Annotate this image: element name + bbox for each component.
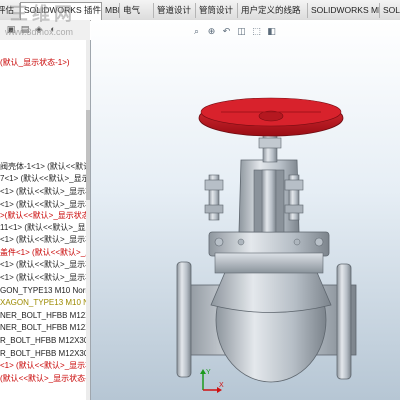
triad-y-label: Y — [206, 369, 211, 376]
config-icon[interactable]: ◈ — [34, 24, 44, 34]
part-icon[interactable]: ▣ — [6, 24, 16, 34]
left-flange[interactable] — [176, 261, 192, 378]
tree-row[interactable]: XAGON_TYPE13 M10 No — [0, 296, 90, 309]
right-flange[interactable] — [336, 263, 352, 380]
tree-scrollbar[interactable] — [86, 40, 90, 400]
tree-row[interactable]: <1> (默认<<默认>_显示状态 — [0, 185, 90, 198]
feature-icon[interactable]: ▤ — [20, 24, 30, 34]
graphics-viewport[interactable]: ⌕ ⊕ ↶ ◫ ⬚ ◧ X Y — [91, 20, 400, 400]
triad-x-label: X — [219, 382, 224, 389]
display-icon[interactable]: ◐ — [48, 24, 58, 34]
tab-tubing[interactable]: 管筒设计 — [196, 3, 238, 18]
tab-electrical[interactable]: 电气 — [120, 3, 154, 18]
tree-row[interactable]: <1> (默认<<默认>_显示状态 1 — [0, 271, 90, 284]
valve-model[interactable] — [91, 20, 400, 400]
tab-solidworks-mbd[interactable]: SOLIDWORKS MBD — [308, 3, 380, 18]
scrollbar-thumb[interactable] — [86, 110, 90, 200]
tree-row[interactable]: (默认_显示状态-1>) — [0, 56, 70, 69]
tree-row[interactable]: <1> (默认<<默认>_显示状态 — [0, 258, 90, 271]
tree-row[interactable]: NER_BOLT_HFBB M12X3 — [0, 321, 90, 334]
tree-row[interactable]: <1> (默认<<默认>_显示状态 — [0, 359, 90, 372]
tab-solidworks-addins[interactable]: SOLIDWORKS 插件 — [20, 2, 102, 20]
tab-mbd[interactable]: MBD — [102, 3, 120, 18]
tab-user-defined-routing[interactable]: 用户定义的线路 — [238, 3, 308, 18]
tab-evaluate[interactable]: 评估 — [0, 3, 20, 18]
ribbon-tab-bar: 评估 SOLIDWORKS 插件 MBD 电气 管道设计 管筒设计 用户定义的线… — [0, 0, 400, 21]
tree-row[interactable]: <1> (默认<<默认>_显示状态 1 — [0, 233, 90, 246]
valve-body[interactable] — [185, 257, 357, 383]
tree-row[interactable]: R_BOLT_HFBB M12X30-C — [0, 334, 90, 347]
feature-manager-tree: (默认_显示状态-1>) 阀壳体-1<1> (默认<<默认 7<1> (默认<<… — [0, 40, 91, 400]
tree-row[interactable]: 7<1> (默认<<默认>_显示状 — [0, 172, 90, 185]
tree-row[interactable]: (默认<<默认>_显示状态-1 — [0, 372, 90, 385]
handwheel[interactable] — [198, 97, 344, 137]
coordinate-triad: X Y — [200, 369, 224, 393]
tab-solidworks-electrical[interactable]: SOLIDWORKS Electrical — [380, 3, 400, 18]
featuremanager-toolbar: ▣ ▤ ◈ ◐ — [0, 20, 90, 41]
tab-piping[interactable]: 管道设计 — [154, 3, 196, 18]
bonnet-flange[interactable] — [208, 231, 330, 274]
